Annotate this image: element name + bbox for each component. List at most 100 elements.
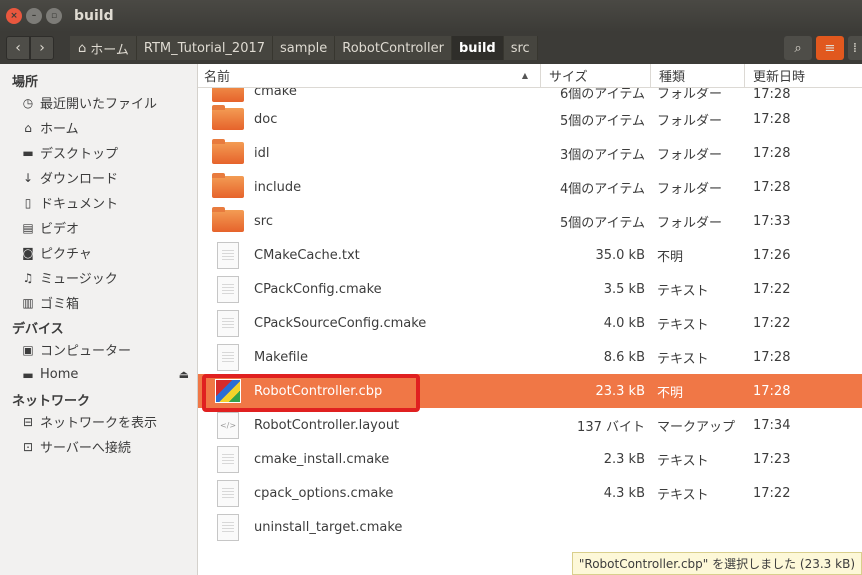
file-size: 35.0 kB (595, 247, 645, 263)
file-row[interactable]: CPackSourceConfig.cmake 4.0 kB テキスト 17:22 (198, 306, 862, 340)
server-icon: ⊡ (22, 439, 34, 454)
breadcrumb-item[interactable]: sample (273, 36, 336, 60)
sidebar-item-downloads[interactable]: ↓ ダウンロード (0, 165, 197, 190)
file-name: RobotController.layout (254, 417, 400, 433)
column-header-date[interactable]: 更新日時 (745, 64, 862, 87)
title-bar: × – ▫ build (0, 0, 862, 32)
sidebar-item-connect-server[interactable]: ⊡ サーバーへ接続 (0, 434, 197, 459)
file-size: 6個のアイテム (560, 88, 645, 102)
file-row[interactable]: idl 3個のアイテム フォルダー 17:28 (198, 136, 862, 170)
text-file-icon (217, 309, 239, 337)
column-header-type[interactable]: 種類 (651, 64, 745, 87)
sidebar-item-computer[interactable]: ▣ コンピューター (0, 337, 197, 362)
file-modified: 17:28 (753, 349, 791, 365)
file-name: CPackSourceConfig.cmake (254, 315, 427, 331)
column-header-row: 名前 ▲ サイズ 種類 更新日時 (198, 64, 862, 88)
sidebar-item-trash[interactable]: ▥ ゴミ箱 (0, 290, 197, 315)
chevron-right-icon: › (39, 40, 45, 56)
back-button[interactable]: ‹ (6, 36, 30, 60)
file-rows: cmake 6個のアイテム フォルダー 17:28 doc 5個のアイテム フォルダー 17:… (198, 88, 862, 575)
sidebar-header-places: 場所 (12, 75, 39, 90)
file-name-cell: uninstall_target.cmake (198, 513, 541, 541)
file-name: idl (254, 145, 270, 161)
sidebar-item-label: ネットワークを表示 (40, 416, 158, 431)
file-name-cell: Makefile (198, 343, 541, 371)
sidebar-item-videos[interactable]: ▤ ビデオ (0, 215, 197, 240)
maximize-window-button[interactable]: ▫ (46, 8, 62, 24)
forward-button[interactable]: › (30, 36, 54, 60)
file-name-cell: cmake_install.cmake (198, 445, 541, 473)
home-icon: ⌂ (24, 120, 32, 135)
menu-button[interactable]: ≡ (816, 36, 844, 60)
file-size: 4.3 kB (603, 485, 645, 501)
file-row[interactable]: include 4個のアイテム フォルダー 17:28 (198, 170, 862, 204)
file-row[interactable]: cpack_options.cmake 4.3 kB テキスト 17:22 (198, 476, 862, 510)
sidebar-item-label: コンピューター (40, 344, 132, 359)
file-name: Makefile (254, 349, 309, 365)
text-file-icon (217, 445, 239, 473)
text-file-icon (217, 241, 239, 269)
file-row[interactable]: Makefile 8.6 kB テキスト 17:28 (198, 340, 862, 374)
search-button[interactable]: ⌕ (784, 36, 812, 60)
file-modified: 17:28 (753, 88, 791, 102)
breadcrumb-home[interactable]: ⌂ ホーム (70, 36, 137, 60)
file-row[interactable]: uninstall_target.cmake (198, 510, 862, 544)
file-size: 5個のアイテム (560, 113, 645, 129)
sidebar-header-network: ネットワーク (12, 394, 91, 409)
file-row[interactable]: cmake 6個のアイテム フォルダー 17:28 (198, 88, 862, 102)
file-name: doc (254, 111, 278, 127)
file-row[interactable]: CPackConfig.cmake 3.5 kB テキスト 17:22 (198, 272, 862, 306)
file-type: マークアップ (657, 419, 736, 435)
sidebar-item-pictures[interactable]: ◙ ピクチャ (0, 240, 197, 265)
sidebar-item-documents[interactable]: ▯ ドキュメント (0, 190, 197, 215)
file-type: フォルダー (657, 113, 723, 129)
file-row[interactable]: src 5個のアイテム フォルダー 17:33 (198, 204, 862, 238)
breadcrumb-item[interactable]: RobotController (335, 36, 452, 60)
sidebar-item-label: 最近開いたファイル (40, 97, 158, 112)
sidebar-item-recent[interactable]: ◷ 最近開いたファイル (0, 90, 197, 115)
sidebar-item-home-drive[interactable]: ▬ Home ⏏ (0, 362, 197, 387)
file-row[interactable]: doc 5個のアイテム フォルダー 17:28 (198, 102, 862, 136)
file-modified: 17:22 (753, 485, 791, 501)
sidebar-item-label: Home (40, 367, 79, 382)
grid-view-button[interactable]: ⁞ (848, 36, 862, 60)
sidebar-item-browse-network[interactable]: ⊟ ネットワークを表示 (0, 409, 197, 434)
sidebar-item-desktop[interactable]: ▬ デスクトップ (0, 140, 197, 165)
file-name: cmake_install.cmake (254, 451, 390, 467)
column-header-name[interactable]: 名前 ▲ (198, 64, 541, 87)
sidebar-item-label: ミュージック (40, 272, 118, 287)
file-name: src (254, 213, 273, 229)
file-modified: 17:22 (753, 315, 791, 331)
eject-icon[interactable]: ⏏ (179, 368, 189, 381)
column-header-size[interactable]: サイズ (541, 64, 651, 87)
sidebar-item-music[interactable]: ♫ ミュージック (0, 265, 197, 290)
grid-icon: ⁞ (852, 40, 858, 56)
sidebar-header-devices: デバイス (12, 322, 64, 337)
file-name-cell: cpack_options.cmake (198, 479, 541, 507)
file-row-selected[interactable]: RobotController.cbp 23.3 kB 不明 17:28 (198, 374, 862, 412)
sidebar-item-home[interactable]: ⌂ ホーム (0, 115, 197, 140)
breadcrumb-current[interactable]: build (451, 36, 504, 60)
breadcrumb-item[interactable]: RTM_Tutorial_2017 (136, 36, 274, 60)
markup-file-icon: </> (217, 411, 239, 439)
close-window-button[interactable]: × (6, 8, 22, 24)
download-icon: ↓ (22, 170, 34, 185)
file-name-cell: include (198, 173, 541, 198)
file-modified: 17:33 (753, 213, 791, 229)
breadcrumb-item[interactable]: src (503, 36, 538, 60)
file-modified: 17:28 (753, 383, 791, 399)
file-name-cell: CPackSourceConfig.cmake (198, 309, 541, 337)
sidebar-item-label: ドキュメント (40, 197, 119, 212)
file-row[interactable]: </> RobotController.layout 137 バイト マークアップ 17… (198, 408, 862, 442)
file-name-cell: cmake (198, 88, 541, 102)
file-row[interactable]: cmake_install.cmake 2.3 kB テキスト 17:23 (198, 442, 862, 476)
chevron-left-icon: ‹ (15, 40, 21, 56)
file-modified: 17:26 (753, 247, 791, 263)
breadcrumb: ⌂ ホーム RTM_Tutorial_2017 sample RobotCont… (70, 36, 538, 60)
file-name: CPackConfig.cmake (254, 281, 382, 297)
minimize-window-button[interactable]: – (26, 8, 42, 24)
folder-icon (212, 105, 244, 130)
file-name-cell: doc (198, 105, 541, 130)
file-row[interactable]: CMakeCache.txt 35.0 kB 不明 17:26 (198, 238, 862, 272)
breadcrumb-home-label: ホーム (90, 42, 129, 58)
